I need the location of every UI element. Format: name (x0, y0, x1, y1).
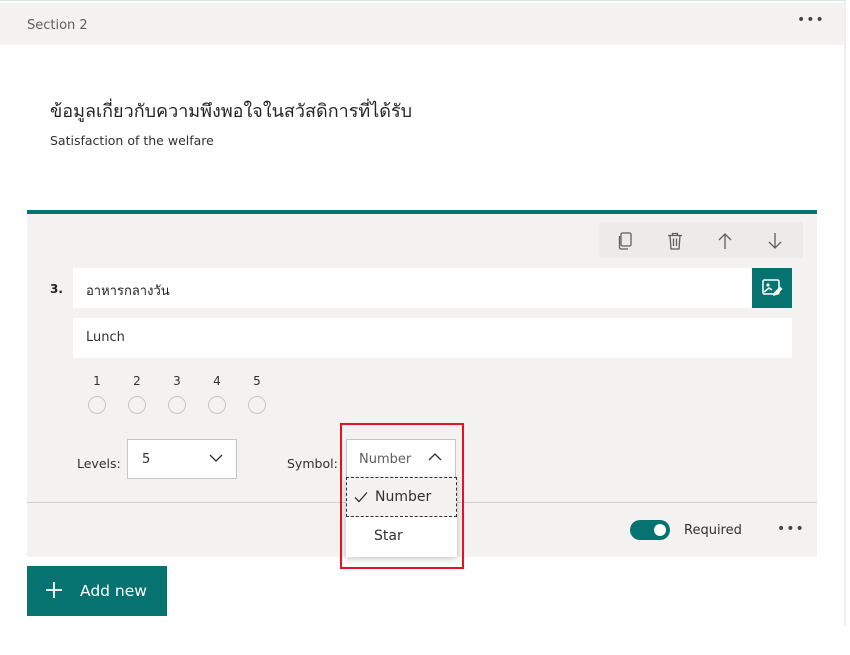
rating-radio[interactable] (248, 396, 266, 414)
section-subtitle[interactable]: Satisfaction of the welfare (50, 133, 214, 148)
move-up-icon (718, 233, 732, 249)
rating-option[interactable]: 5 (247, 374, 267, 414)
rating-number: 1 (93, 374, 101, 388)
question-title-field[interactable]: อาหารกลางวัน (73, 268, 752, 308)
rating-number: 4 (213, 374, 221, 388)
add-new-button[interactable]: Add new (27, 566, 167, 616)
rating-option[interactable]: 1 (87, 374, 107, 414)
move-down-icon (768, 233, 782, 249)
chevron-down-icon (209, 454, 223, 462)
question-more-options-button[interactable]: ••• (777, 521, 805, 537)
move-down-button[interactable] (762, 228, 788, 254)
levels-dropdown[interactable]: 5 (127, 439, 237, 479)
rating-option[interactable]: 3 (167, 374, 187, 414)
delete-icon (668, 232, 682, 250)
rating-number: 5 (253, 374, 261, 388)
rating-number: 3 (173, 374, 181, 388)
question-toolbar (599, 222, 803, 258)
rating-radio[interactable] (208, 396, 226, 414)
copy-icon (618, 232, 632, 250)
question-subtitle-field[interactable]: Lunch (73, 318, 792, 358)
question-subtitle: Lunch (86, 330, 125, 345)
rating-option[interactable]: 2 (127, 374, 147, 414)
copy-button[interactable] (612, 228, 638, 254)
question-number: 3. (50, 282, 63, 296)
plus-icon (46, 582, 62, 598)
rating-radio[interactable] (128, 396, 146, 414)
levels-label: Levels: (77, 456, 121, 471)
rating-option[interactable]: 4 (207, 374, 227, 414)
insert-media-button[interactable] (752, 268, 792, 308)
add-new-label: Add new (80, 582, 147, 600)
rating-radio[interactable] (168, 396, 186, 414)
section-label: Section 2 (27, 18, 88, 33)
rating-number: 2 (133, 374, 141, 388)
levels-value: 5 (142, 452, 151, 467)
question-title: อาหารกลางวัน (86, 284, 170, 299)
toggle-knob (654, 524, 666, 536)
delete-button[interactable] (662, 228, 688, 254)
section-more-options-button[interactable]: ••• (797, 12, 825, 28)
section-title[interactable]: ข้อมูลเกี่ยวกับความพึงพอใจในสวัสดิการที่… (50, 96, 412, 125)
image-edit-icon (762, 279, 783, 296)
symbol-label: Symbol: (287, 456, 338, 471)
highlight-box (340, 423, 464, 569)
section-header: Section 2 ••• (0, 3, 845, 45)
required-label: Required (684, 523, 742, 538)
rating-radio[interactable] (88, 396, 106, 414)
move-up-button[interactable] (712, 228, 738, 254)
required-toggle[interactable] (630, 520, 670, 540)
